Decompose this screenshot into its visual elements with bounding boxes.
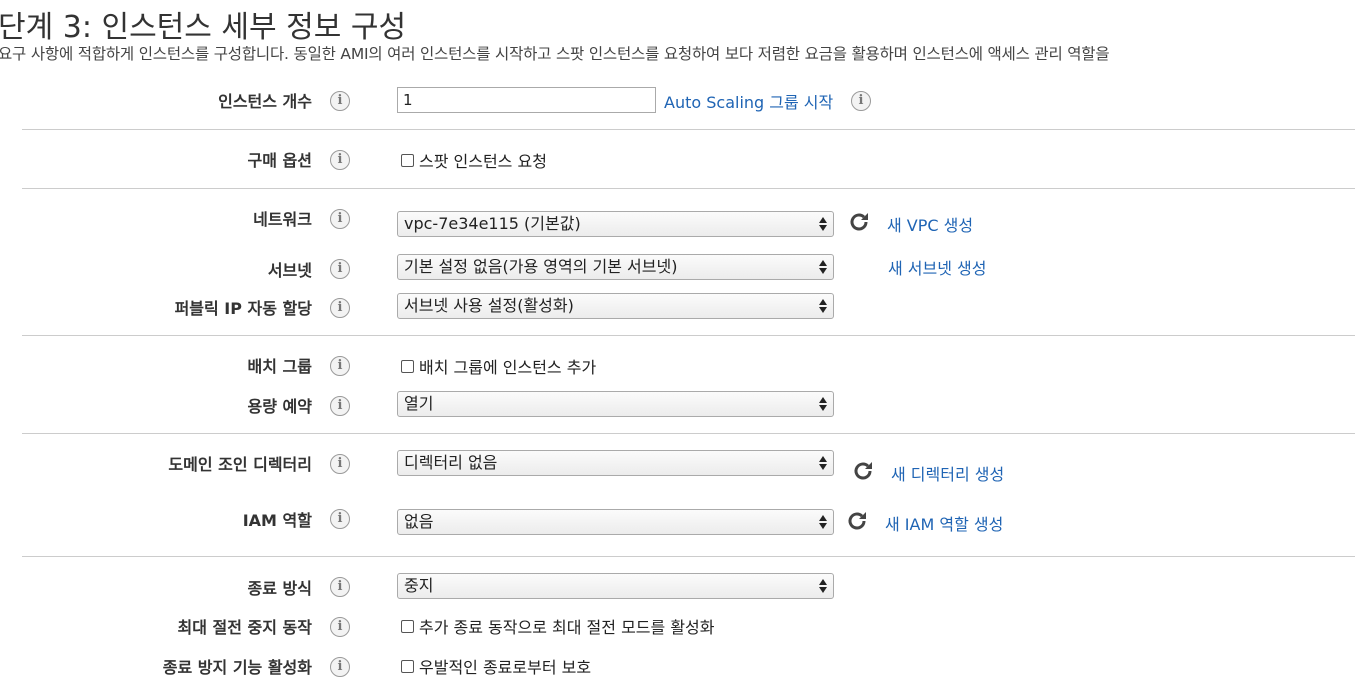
info-icon[interactable]: i — [330, 396, 350, 416]
select-arrows-icon — [818, 453, 828, 473]
divider — [22, 433, 1355, 434]
checkbox-box[interactable] — [401, 359, 414, 373]
iam-role-label: IAM 역할 — [242, 511, 312, 530]
domain-join-select[interactable]: 디렉터리 없음 — [397, 450, 834, 476]
select-arrows-icon — [818, 296, 828, 316]
info-icon[interactable]: i — [330, 577, 350, 597]
refresh-icon[interactable] — [847, 210, 871, 234]
select-arrows-icon — [818, 257, 828, 277]
create-vpc-link[interactable]: 새 VPC 생성 — [887, 212, 973, 236]
info-icon[interactable]: i — [330, 617, 350, 637]
iam-role-select[interactable]: 없음 — [397, 509, 834, 535]
auto-scaling-link[interactable]: Auto Scaling 그룹 시작 — [664, 89, 833, 113]
instance-count-label: 인스턴스 개수 — [218, 92, 312, 111]
termination-protection-label: 종료 방지 기능 활성화 — [162, 658, 312, 677]
create-directory-link[interactable]: 새 디렉터리 생성 — [891, 461, 1004, 485]
select-arrows-icon — [818, 214, 828, 234]
refresh-icon[interactable] — [845, 509, 869, 533]
info-icon[interactable]: i — [330, 259, 350, 279]
divider — [22, 188, 1355, 189]
info-icon[interactable]: i — [851, 91, 871, 111]
shutdown-behavior-select[interactable]: 중지 — [397, 573, 834, 599]
info-icon[interactable]: i — [330, 91, 350, 111]
network-select[interactable]: vpc-7e34e115 (기본값) — [397, 211, 834, 237]
refresh-icon[interactable] — [851, 459, 875, 483]
iam-role-select-value: 없음 — [404, 512, 434, 531]
info-icon[interactable]: i — [330, 298, 350, 318]
subnet-select-value: 기본 설정 없음(가용 영역의 기본 서브넷) — [404, 257, 678, 276]
select-arrows-icon — [818, 512, 828, 532]
network-label: 네트워크 — [253, 210, 312, 229]
divider — [22, 129, 1355, 130]
info-icon[interactable]: i — [330, 150, 350, 170]
placement-group-label: 배치 그룹 — [247, 357, 312, 376]
page-description: 요구 사항에 적합하게 인스턴스를 구성합니다. 동일한 AMI의 여러 인스턴… — [0, 45, 1110, 63]
hibernate-checkbox-label: 추가 종료 동작으로 최대 절전 모드를 활성화 — [419, 618, 715, 637]
instance-count-input[interactable] — [397, 87, 656, 113]
subnet-select[interactable]: 기본 설정 없음(가용 영역의 기본 서브넷) — [397, 254, 834, 280]
domain-join-select-value: 디렉터리 없음 — [404, 453, 498, 472]
checkbox-box[interactable] — [401, 659, 414, 673]
info-icon[interactable]: i — [330, 509, 350, 529]
checkbox-box[interactable] — [401, 153, 414, 167]
capacity-reservation-select[interactable]: 열기 — [397, 391, 834, 417]
select-arrows-icon — [818, 576, 828, 596]
public-ip-select-value: 서브넷 사용 설정(활성화) — [404, 296, 574, 315]
placement-group-checkbox-label: 배치 그룹에 인스턴스 추가 — [419, 358, 597, 377]
info-icon[interactable]: i — [330, 454, 350, 474]
subnet-label: 서브넷 — [267, 261, 312, 280]
network-select-value: vpc-7e34e115 (기본값) — [404, 214, 581, 233]
hibernate-checkbox[interactable]: 추가 종료 동작으로 최대 절전 모드를 활성화 — [401, 614, 714, 638]
info-icon[interactable]: i — [330, 356, 350, 376]
stop-hibernate-label: 최대 절전 중지 동작 — [177, 618, 312, 637]
spot-instance-checkbox-label: 스팟 인스턴스 요청 — [419, 152, 547, 171]
divider — [22, 556, 1355, 557]
info-icon[interactable]: i — [330, 657, 350, 677]
capacity-reservation-select-value: 열기 — [404, 394, 434, 413]
checkbox-box[interactable] — [401, 619, 414, 633]
divider — [22, 335, 1355, 336]
page-title: 단계 3: 인스턴스 세부 정보 구성 — [0, 10, 407, 45]
create-iam-role-link[interactable]: 새 IAM 역할 생성 — [885, 511, 1003, 535]
domain-join-label: 도메인 조인 디렉터리 — [168, 455, 312, 474]
purchase-option-label: 구매 옵션 — [247, 151, 312, 170]
termination-protection-checkbox-label: 우발적인 종료로부터 보호 — [419, 658, 592, 677]
capacity-reservation-label: 용량 예약 — [247, 397, 312, 416]
spot-instance-checkbox[interactable]: 스팟 인스턴스 요청 — [401, 148, 547, 172]
info-icon[interactable]: i — [330, 209, 350, 229]
termination-protection-checkbox[interactable]: 우발적인 종료로부터 보호 — [401, 654, 591, 678]
create-subnet-link[interactable]: 새 서브넷 생성 — [888, 255, 987, 279]
public-ip-select[interactable]: 서브넷 사용 설정(활성화) — [397, 293, 834, 319]
shutdown-behavior-label: 종료 방식 — [247, 579, 312, 598]
placement-group-checkbox[interactable]: 배치 그룹에 인스턴스 추가 — [401, 354, 596, 378]
shutdown-behavior-select-value: 중지 — [404, 576, 434, 595]
public-ip-label: 퍼블릭 IP 자동 할당 — [174, 299, 312, 318]
select-arrows-icon — [818, 394, 828, 414]
